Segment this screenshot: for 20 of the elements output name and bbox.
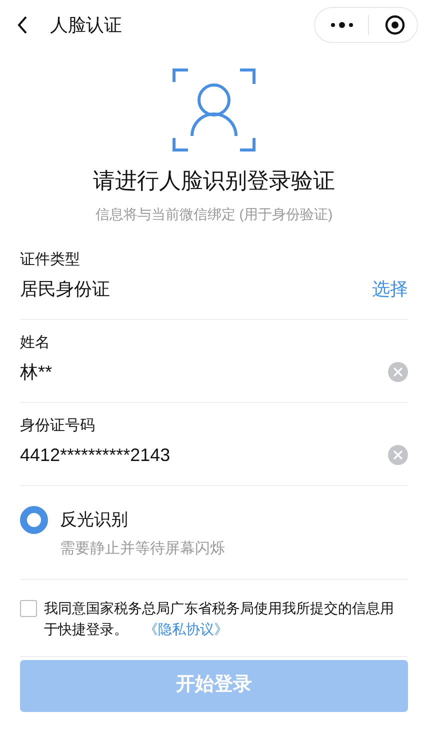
mode-hint: 需要静止并等待屏幕闪烁 [60, 539, 226, 559]
field-value: 4412**********2143 [20, 444, 170, 467]
select-button[interactable]: 选择 [372, 276, 408, 302]
agreement-text: 我同意国家税务总局广东省税务局使用我所提交的信息用于快捷登录。 《隐私协议》 [44, 598, 395, 638]
subheading: 信息将与当前微信绑定 (用于身份验证) [94, 205, 334, 224]
field-label: 证件类型 [20, 250, 81, 270]
face-scan-icon [172, 68, 256, 152]
agreement-checkbox[interactable] [20, 600, 37, 616]
field-label: 身份证号码 [20, 416, 96, 436]
close-mini-program-icon[interactable] [385, 15, 405, 35]
field-label: 姓名 [20, 333, 51, 353]
heading: 请进行人脸识别登录验证 [92, 167, 336, 195]
page-title: 人脸认证 [50, 14, 122, 36]
more-icon[interactable] [330, 21, 354, 29]
radio-button[interactable] [20, 506, 48, 534]
field-value: 林** [20, 361, 52, 384]
mode-label: 反光识别 [60, 509, 128, 532]
field-value: 居民身份证 [20, 278, 110, 301]
capsule-menu[interactable] [314, 7, 418, 43]
privacy-link[interactable]: 《隐私协议》 [144, 620, 228, 636]
